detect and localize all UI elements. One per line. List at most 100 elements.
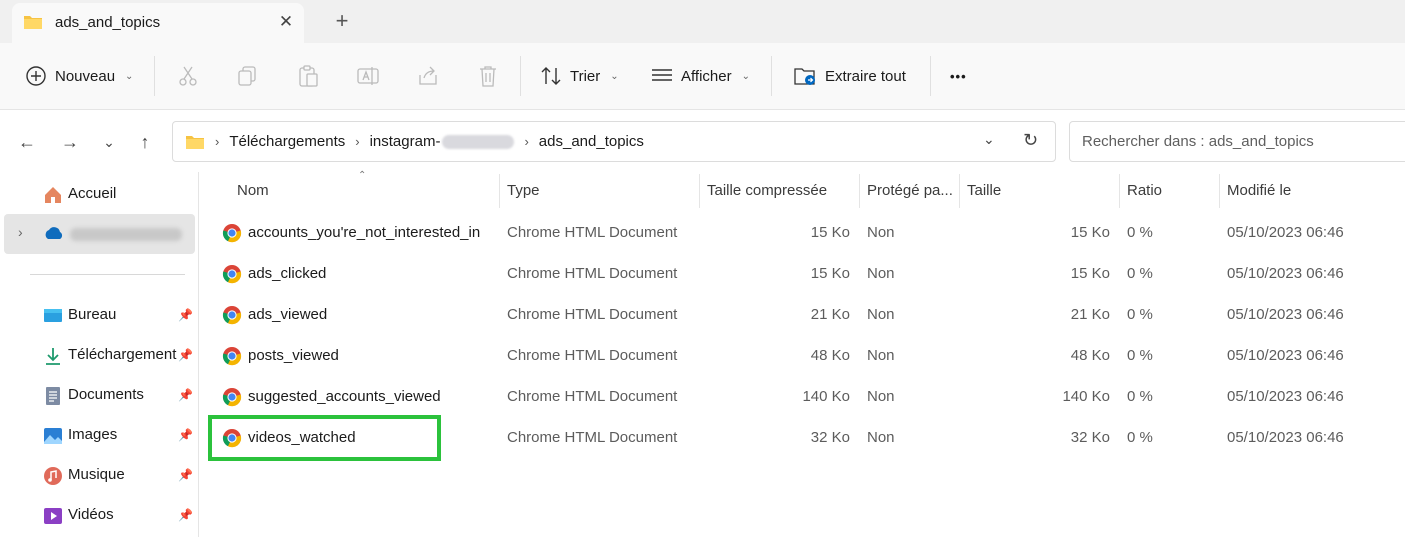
recent-locations-icon[interactable]: ⌄ (97, 130, 121, 154)
file-ratio: 0 % (1127, 306, 1153, 323)
table-row[interactable]: posts_viewed Chrome HTML Document 48 Ko Non… (199, 336, 1405, 377)
paste-icon[interactable] (296, 65, 320, 87)
new-tab-button[interactable]: + (330, 10, 354, 34)
column-header-modified[interactable]: Modifié le (1227, 182, 1291, 199)
search-input[interactable] (1080, 132, 1404, 151)
column-header-protected[interactable]: Protégé pa... (867, 182, 953, 199)
pin-icon[interactable]: 📌 (178, 428, 193, 442)
chevron-right-icon[interactable]: › (18, 224, 23, 240)
file-compressed-size: 15 Ko (810, 224, 850, 241)
pin-icon[interactable]: 📌 (178, 348, 193, 362)
column-divider[interactable] (499, 174, 500, 208)
toolbar-divider (520, 56, 521, 96)
breadcrumb-downloads[interactable]: Téléchargements (229, 133, 345, 150)
file-name[interactable]: posts_viewed (248, 347, 339, 364)
column-divider[interactable] (1219, 174, 1220, 208)
download-icon (46, 348, 60, 365)
rename-icon[interactable] (356, 65, 380, 87)
back-arrow-icon[interactable]: ← (15, 130, 39, 154)
file-modified: 05/10/2023 06:46 (1227, 388, 1344, 405)
breadcrumb-instagram[interactable]: instagram- (370, 133, 515, 150)
file-type: Chrome HTML Document (507, 306, 678, 323)
sort-icon (541, 67, 561, 85)
file-protected: Non (867, 429, 895, 446)
file-compressed-size: 21 Ko (810, 306, 850, 323)
pin-icon[interactable]: 📌 (178, 388, 193, 402)
search-box[interactable] (1069, 121, 1405, 162)
address-bar[interactable]: › Téléchargements › instagram- › ads_and… (172, 121, 1056, 162)
sidebar-item-images[interactable]: Images 📌 (0, 417, 198, 453)
pin-icon[interactable]: 📌 (178, 508, 193, 522)
file-modified: 05/10/2023 06:46 (1227, 265, 1344, 282)
chevron-right-icon: › (524, 134, 529, 149)
sidebar-item-label: Vidéos (68, 506, 114, 523)
file-size: 140 Ko (1062, 388, 1110, 405)
extract-all-button[interactable]: Extraire tout (793, 60, 906, 92)
close-tab-icon[interactable]: ✕ (276, 12, 296, 32)
sidebar-item-home[interactable]: Accueil (0, 176, 198, 212)
sort-button[interactable]: Trier ⌄ (540, 60, 619, 92)
column-header-compressed-size[interactable]: Taille compressée (707, 182, 827, 199)
chevron-right-icon: › (215, 134, 220, 149)
file-type: Chrome HTML Document (507, 224, 678, 241)
sidebar-item-music[interactable]: Musique 📌 (0, 457, 198, 493)
chrome-html-file-icon (222, 346, 242, 366)
sidebar-item-videos[interactable]: Vidéos 📌 (0, 497, 198, 533)
sort-label: Trier (570, 67, 601, 85)
sidebar-item-downloads[interactable]: Téléchargement 📌 (0, 337, 198, 373)
more-options-icon[interactable]: ••• (950, 60, 967, 92)
file-name[interactable]: ads_viewed (248, 306, 327, 323)
file-compressed-size: 15 Ko (810, 265, 850, 282)
home-icon (45, 187, 61, 203)
refresh-icon[interactable]: ↻ (1023, 130, 1038, 151)
pin-icon[interactable]: 📌 (178, 308, 193, 322)
file-protected: Non (867, 224, 895, 241)
share-icon[interactable] (416, 65, 440, 87)
column-header-name[interactable]: Nom (237, 182, 269, 199)
redacted-text (70, 228, 182, 241)
column-header-ratio[interactable]: Ratio (1127, 182, 1162, 199)
sidebar-item-label: Accueil (68, 185, 117, 202)
file-name[interactable]: suggested_accounts_viewed (248, 388, 441, 405)
sidebar-item-desktop[interactable]: Bureau 📌 (0, 297, 198, 333)
column-divider[interactable] (959, 174, 960, 208)
breadcrumb-ads-and-topics[interactable]: ads_and_topics (539, 133, 644, 150)
column-header-type[interactable]: Type (507, 182, 540, 199)
up-arrow-icon[interactable]: ↑ (133, 130, 157, 154)
tab-bar: ads_and_topics ✕ + (0, 0, 1405, 43)
chevron-down-icon: ⌄ (610, 70, 619, 82)
forward-arrow-icon[interactable]: → (58, 130, 82, 154)
tab-ads-and-topics[interactable]: ads_and_topics ✕ (12, 3, 304, 43)
image-icon (44, 428, 62, 444)
new-button[interactable]: Nouveau ⌄ (25, 60, 133, 92)
file-compressed-size: 140 Ko (802, 388, 850, 405)
table-row[interactable]: ads_viewed Chrome HTML Document 21 Ko Non 21… (199, 295, 1405, 336)
cut-icon[interactable] (176, 65, 200, 87)
copy-icon[interactable] (236, 65, 260, 87)
column-divider[interactable] (699, 174, 700, 208)
file-protected: Non (867, 347, 895, 364)
file-name[interactable]: ads_clicked (248, 265, 326, 282)
cloud-icon (45, 227, 63, 239)
sidebar-item-documents[interactable]: Documents 📌 (0, 377, 198, 413)
table-row[interactable]: suggested_accounts_viewed Chrome HTML Doc… (199, 377, 1405, 418)
pin-icon[interactable]: 📌 (178, 468, 193, 482)
column-divider[interactable] (859, 174, 860, 208)
sidebar-item-onedrive[interactable]: › (4, 214, 195, 254)
table-row[interactable]: accounts_you're_not_interested_in Chrome … (199, 213, 1405, 254)
chrome-html-file-icon (222, 223, 242, 243)
column-header-size[interactable]: Taille (967, 182, 1001, 199)
breadcrumb-instagram-label: instagram- (369, 133, 441, 150)
address-dropdown-icon[interactable]: ⌄ (983, 131, 995, 148)
view-button[interactable]: Afficher ⌄ (651, 60, 750, 92)
file-name[interactable]: accounts_you're_not_interested_in (248, 224, 480, 241)
file-compressed-size: 32 Ko (810, 429, 850, 446)
file-list: ⌃ Nom Type Taille compressée Protégé pa.… (199, 170, 1405, 537)
delete-icon[interactable] (476, 65, 500, 87)
column-divider[interactable] (1119, 174, 1120, 208)
file-size: 21 Ko (1070, 306, 1110, 323)
sort-ascending-icon: ⌃ (358, 170, 367, 181)
table-row[interactable]: ads_clicked Chrome HTML Document 15 Ko Non 1… (199, 254, 1405, 295)
file-protected: Non (867, 306, 895, 323)
file-ratio: 0 % (1127, 429, 1153, 446)
